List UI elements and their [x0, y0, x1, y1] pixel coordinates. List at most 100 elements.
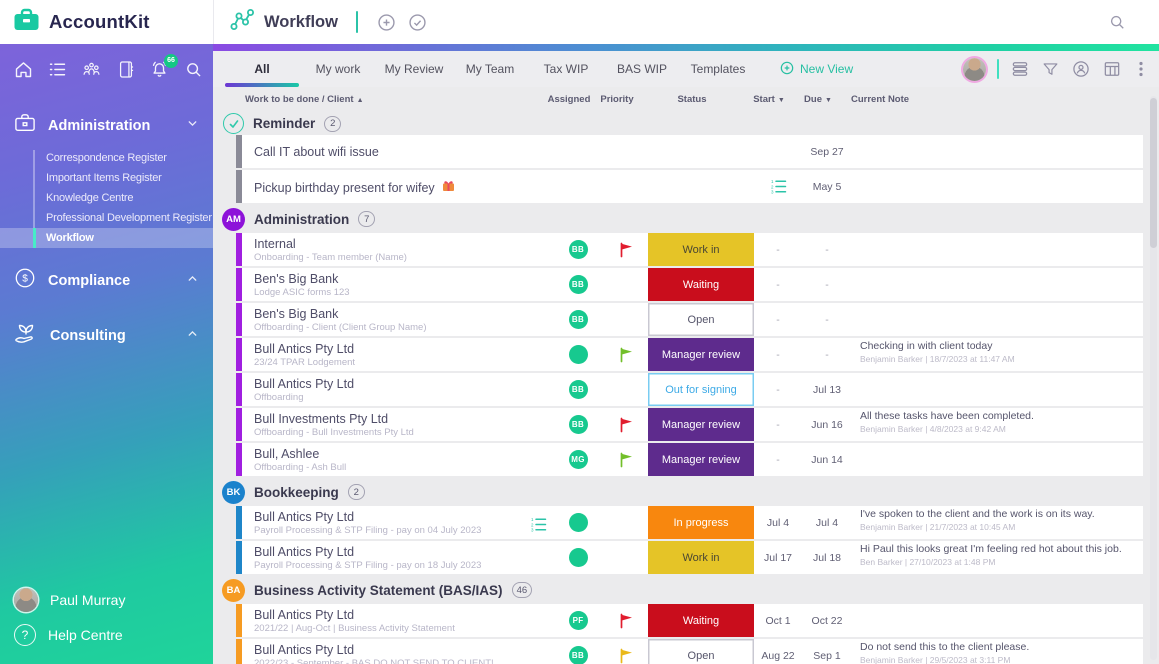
assignee-avatar[interactable]: MG	[569, 450, 588, 469]
filter-button[interactable]	[1041, 60, 1060, 79]
brand[interactable]: AccountKit	[0, 0, 213, 44]
task-row[interactable]: Bull Antics Pty LtdOffboardingBBOut for …	[236, 373, 1143, 406]
sidebar-search-icon[interactable]	[183, 59, 204, 80]
assignee-filter-button[interactable]	[1071, 59, 1091, 79]
scrollbar-track[interactable]	[1150, 96, 1157, 660]
status-badge[interactable]: Work in	[648, 541, 754, 574]
svg-text:2: 2	[771, 184, 774, 189]
status-badge[interactable]: Waiting	[648, 268, 754, 301]
tab-label: My work	[316, 62, 361, 76]
flag-green-icon[interactable]	[619, 347, 634, 363]
task-row[interactable]: Bull Antics Pty LtdPayroll Processing & …	[236, 506, 1143, 539]
assignee-avatar[interactable]: BB	[569, 240, 588, 259]
tab-bas-wip[interactable]: BAS WIP	[605, 51, 679, 87]
note-cell	[852, 233, 1143, 266]
assignee-avatar[interactable]: BB	[569, 275, 588, 294]
checklist-icon[interactable]: ​123	[530, 517, 547, 532]
status-badge[interactable]: Manager review	[648, 338, 754, 371]
task-row[interactable]: Call IT about wifi issueSep 27	[236, 135, 1143, 168]
task-row[interactable]: Bull Antics Pty Ltd2021/22 | Aug-Oct | B…	[236, 604, 1143, 637]
tab-new-view[interactable]: New View	[779, 51, 853, 87]
col-assigned[interactable]: Assigned	[543, 94, 595, 105]
tab-templates[interactable]: Templates	[681, 51, 755, 87]
group-count-badge: 46	[512, 582, 533, 598]
group-avatar: BA	[222, 579, 245, 602]
sidebar-item-professional-development-register[interactable]: Professional Development Register	[0, 208, 213, 228]
task-subtitle: Payroll Processing & STP Filing - pay on…	[254, 560, 550, 572]
sidebar-item-important-items-register[interactable]: Important Items Register	[0, 168, 213, 188]
note-cell	[852, 135, 1143, 168]
col-priority[interactable]: Priority	[595, 94, 639, 105]
status-badge[interactable]: Work in	[648, 233, 754, 266]
task-row[interactable]: Bull Antics Pty Ltd23/24 TPAR LodgementM…	[236, 338, 1143, 371]
assignee-avatar[interactable]: BB	[569, 380, 588, 399]
task-row[interactable]: Bull, AshleeOffboarding - Ash BullMGMana…	[236, 443, 1143, 476]
task-row[interactable]: Ben's Big BankOffboarding - Client (Clie…	[236, 303, 1143, 336]
task-row[interactable]: Bull Antics Pty Ltd2022/23 - September -…	[236, 639, 1143, 664]
task-row[interactable]: Pickup birthday present for wifey ​123Ma…	[236, 170, 1143, 203]
scrollbar-thumb[interactable]	[1150, 98, 1157, 248]
assignee-avatar[interactable]: BB	[569, 310, 588, 329]
col-work[interactable]: Work to be done / Client▲	[233, 94, 543, 105]
flag-red-icon[interactable]	[619, 242, 634, 258]
task-row[interactable]: Ben's Big BankLodge ASIC forms 123BBWait…	[236, 268, 1143, 301]
status-badge[interactable]: Out for signing	[648, 373, 754, 406]
col-due[interactable]: Due▼	[793, 94, 843, 105]
sidebar-team-icon[interactable]	[81, 59, 102, 80]
note-meta: Benjamin Barker | 21/7/2023 at 10:45 AM	[860, 522, 1137, 532]
flag-yellow-icon[interactable]	[619, 648, 634, 664]
tab-tax-wip[interactable]: Tax WIP	[529, 51, 603, 87]
sidebar-section-compliance[interactable]: $Compliance	[0, 258, 213, 303]
assignee-avatar[interactable]: PF	[569, 611, 588, 630]
sidebar-item-correspondence-register[interactable]: Correspondence Register	[0, 148, 213, 168]
group-rows-button[interactable]	[1010, 59, 1030, 79]
assignee-avatar[interactable]	[569, 345, 588, 364]
tab-my-review[interactable]: My Review	[377, 51, 451, 87]
col-note[interactable]: Current Note	[843, 94, 1159, 105]
status-badge[interactable]: Open	[648, 639, 754, 664]
tab-my-team[interactable]: My Team	[453, 51, 527, 87]
flag-green-icon[interactable]	[619, 452, 634, 468]
columns-button[interactable]	[1102, 59, 1122, 79]
checklist-icon[interactable]: ​123	[770, 179, 787, 194]
status-badge[interactable]: In progress	[648, 506, 754, 539]
assignee-avatar[interactable]: BB	[569, 646, 588, 664]
status-badge[interactable]: Manager review	[648, 408, 754, 441]
complete-button[interactable]	[407, 12, 428, 33]
kebab-menu-icon[interactable]	[1133, 60, 1149, 78]
status-badge[interactable]: Manager review	[648, 443, 754, 476]
filter-user-avatar[interactable]	[963, 58, 986, 81]
status-cell: Out for signing	[648, 373, 754, 406]
flag-red-icon[interactable]	[619, 613, 634, 629]
status-badge[interactable]: Open	[648, 303, 754, 336]
assigned-cell	[552, 541, 604, 574]
col-status[interactable]: Status	[639, 94, 745, 105]
task-row[interactable]: InternalOnboarding - Team member (Name)B…	[236, 233, 1143, 266]
priority-cell	[604, 338, 648, 371]
add-button[interactable]	[376, 12, 397, 33]
assigned-cell	[552, 338, 604, 371]
due-cell: Sep 1	[802, 639, 852, 664]
task-name-cell: Ben's Big BankOffboarding - Client (Clie…	[242, 303, 552, 336]
sidebar-section-consulting[interactable]: Consulting	[0, 313, 213, 358]
sidebar-section-administration[interactable]: Administration	[0, 104, 213, 147]
status-badge[interactable]: Waiting	[648, 604, 754, 637]
flag-red-icon[interactable]	[619, 417, 634, 433]
tab-my-work[interactable]: My work	[301, 51, 375, 87]
help-centre[interactable]: ? Help Centre	[0, 618, 213, 652]
assignee-avatar[interactable]	[569, 513, 588, 532]
user-menu[interactable]: Paul Murray	[0, 582, 213, 618]
assignee-avatar[interactable]: BB	[569, 415, 588, 434]
sidebar-list-icon[interactable]	[47, 59, 68, 80]
sidebar-notifications-bell-icon[interactable]: 66	[149, 59, 170, 80]
sidebar-home-icon[interactable]	[13, 59, 34, 80]
sidebar-journal-icon[interactable]	[115, 59, 136, 80]
col-start[interactable]: Start▼	[745, 94, 793, 105]
assignee-avatar[interactable]	[569, 548, 588, 567]
sidebar-item-workflow[interactable]: Workflow	[0, 228, 213, 248]
task-row[interactable]: Bull Antics Pty LtdPayroll Processing & …	[236, 541, 1143, 574]
search-button[interactable]	[1107, 12, 1127, 32]
tab-all[interactable]: All	[225, 51, 299, 87]
task-row[interactable]: Bull Investments Pty LtdOffboarding - Bu…	[236, 408, 1143, 441]
sidebar-item-knowledge-centre[interactable]: Knowledge Centre	[0, 188, 213, 208]
